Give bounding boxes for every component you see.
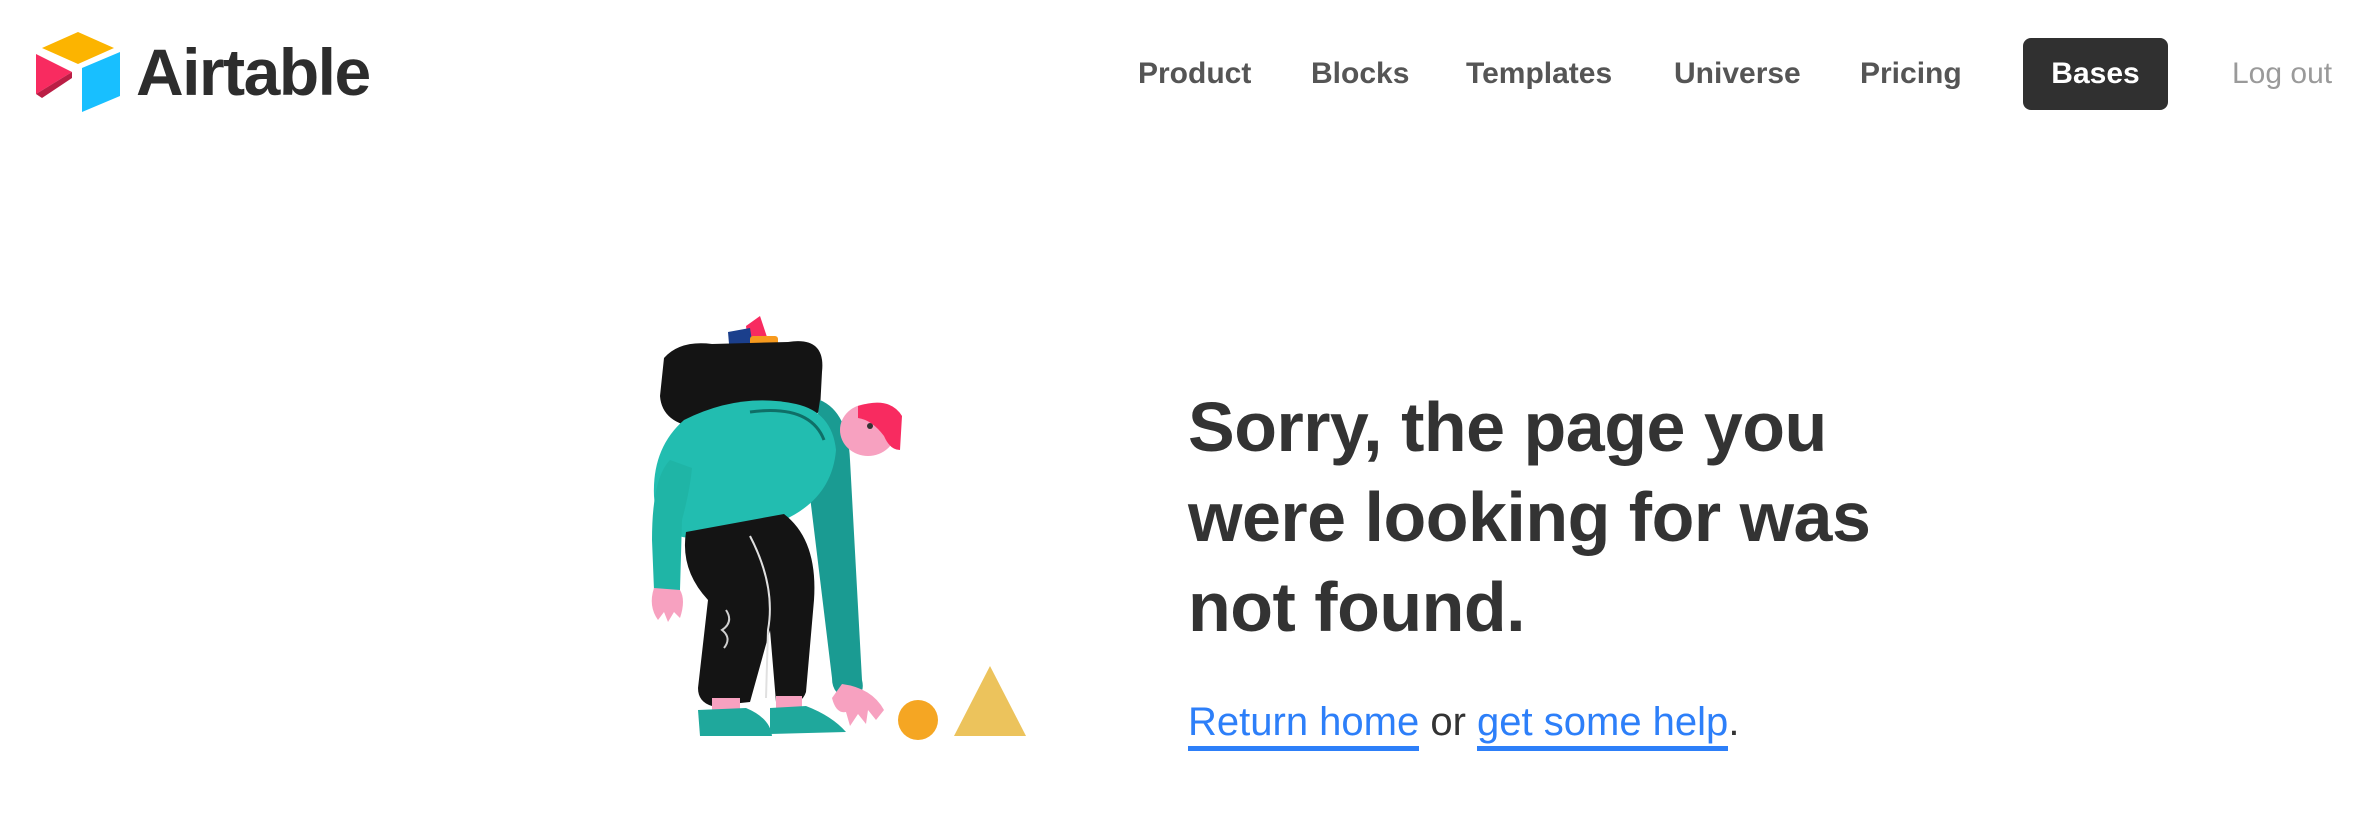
- or-text: or: [1419, 700, 1478, 744]
- error-title: Sorry, the page you were looking for was…: [1188, 388, 1871, 646]
- logout-link[interactable]: Log out: [2232, 38, 2332, 110]
- nav-templates-link[interactable]: Templates: [1466, 38, 1612, 110]
- brand-name: Airtable: [136, 35, 371, 109]
- main-nav: Product Blocks Templates Universe Pricin…: [1100, 38, 2342, 110]
- lost-person-illustration: [651, 316, 1026, 740]
- nav-pricing-link[interactable]: Pricing: [1860, 38, 1962, 110]
- nav-universe-link[interactable]: Universe: [1674, 38, 1801, 110]
- not-found-page: Airtable Product Blocks Templates Univer…: [0, 0, 2372, 834]
- nav-product-link[interactable]: Product: [1138, 38, 1251, 110]
- nav-blocks-link[interactable]: Blocks: [1311, 38, 1409, 110]
- return-home-link[interactable]: Return home: [1188, 700, 1420, 751]
- help-links: Return home or get some help.: [1188, 692, 1948, 752]
- get-help-link[interactable]: get some help: [1477, 700, 1729, 751]
- airtable-logo-link[interactable]: Airtable: [34, 32, 371, 112]
- bases-button[interactable]: Bases: [2023, 38, 2168, 110]
- airtable-logo-icon: [36, 32, 120, 112]
- not-found-message: Sorry, the page you were looking for was…: [1188, 382, 1948, 792]
- period-text: .: [1728, 700, 1740, 744]
- top-header: Airtable Product Blocks Templates Univer…: [0, 0, 2372, 148]
